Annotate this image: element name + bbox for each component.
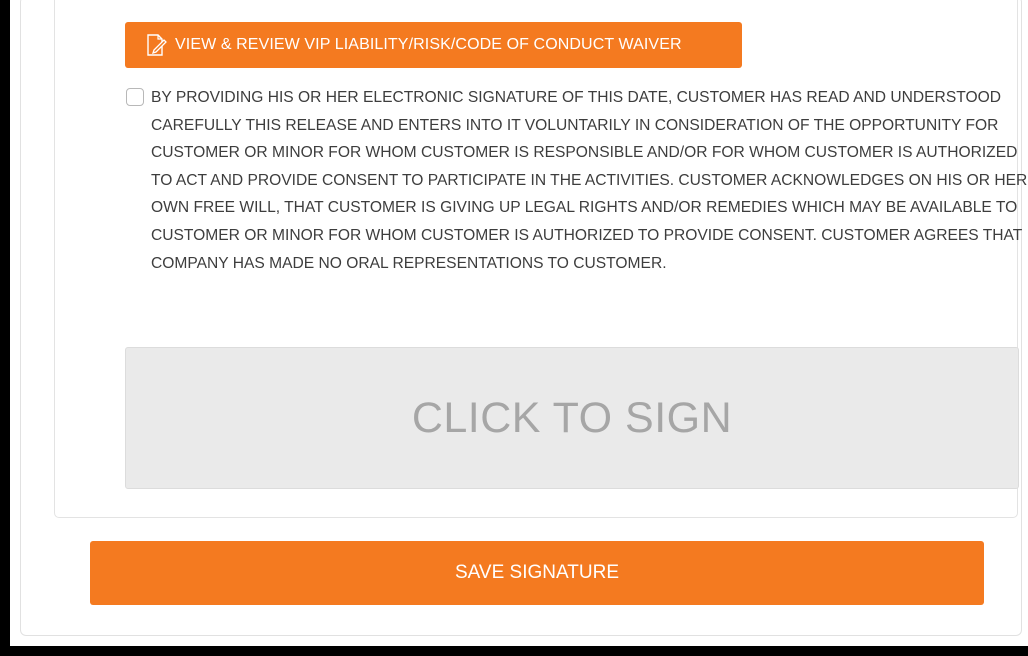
document-edit-icon [145,33,167,57]
consent-checkbox[interactable] [126,88,144,106]
signature-pad[interactable]: CLICK TO SIGN [125,347,1019,489]
waiver-card: VIEW & REVIEW VIP LIABILITY/RISK/CODE OF… [54,0,1027,518]
save-signature-label: SAVE SIGNATURE [455,562,619,583]
view-waiver-button[interactable]: VIEW & REVIEW VIP LIABILITY/RISK/CODE OF… [125,22,742,68]
save-signature-button[interactable]: SAVE SIGNATURE [90,541,984,605]
screen-edge-left [0,0,10,656]
consent-text: BY PROVIDING HIS OR HER ELECTRONIC SIGNA… [151,89,1028,272]
sign-prompt: CLICK TO SIGN [411,393,733,442]
outer-card: VIEW & REVIEW VIP LIABILITY/RISK/CODE OF… [20,0,1027,636]
view-waiver-label: VIEW & REVIEW VIP LIABILITY/RISK/CODE OF… [175,36,682,53]
screen-edge-bottom [0,646,1028,656]
